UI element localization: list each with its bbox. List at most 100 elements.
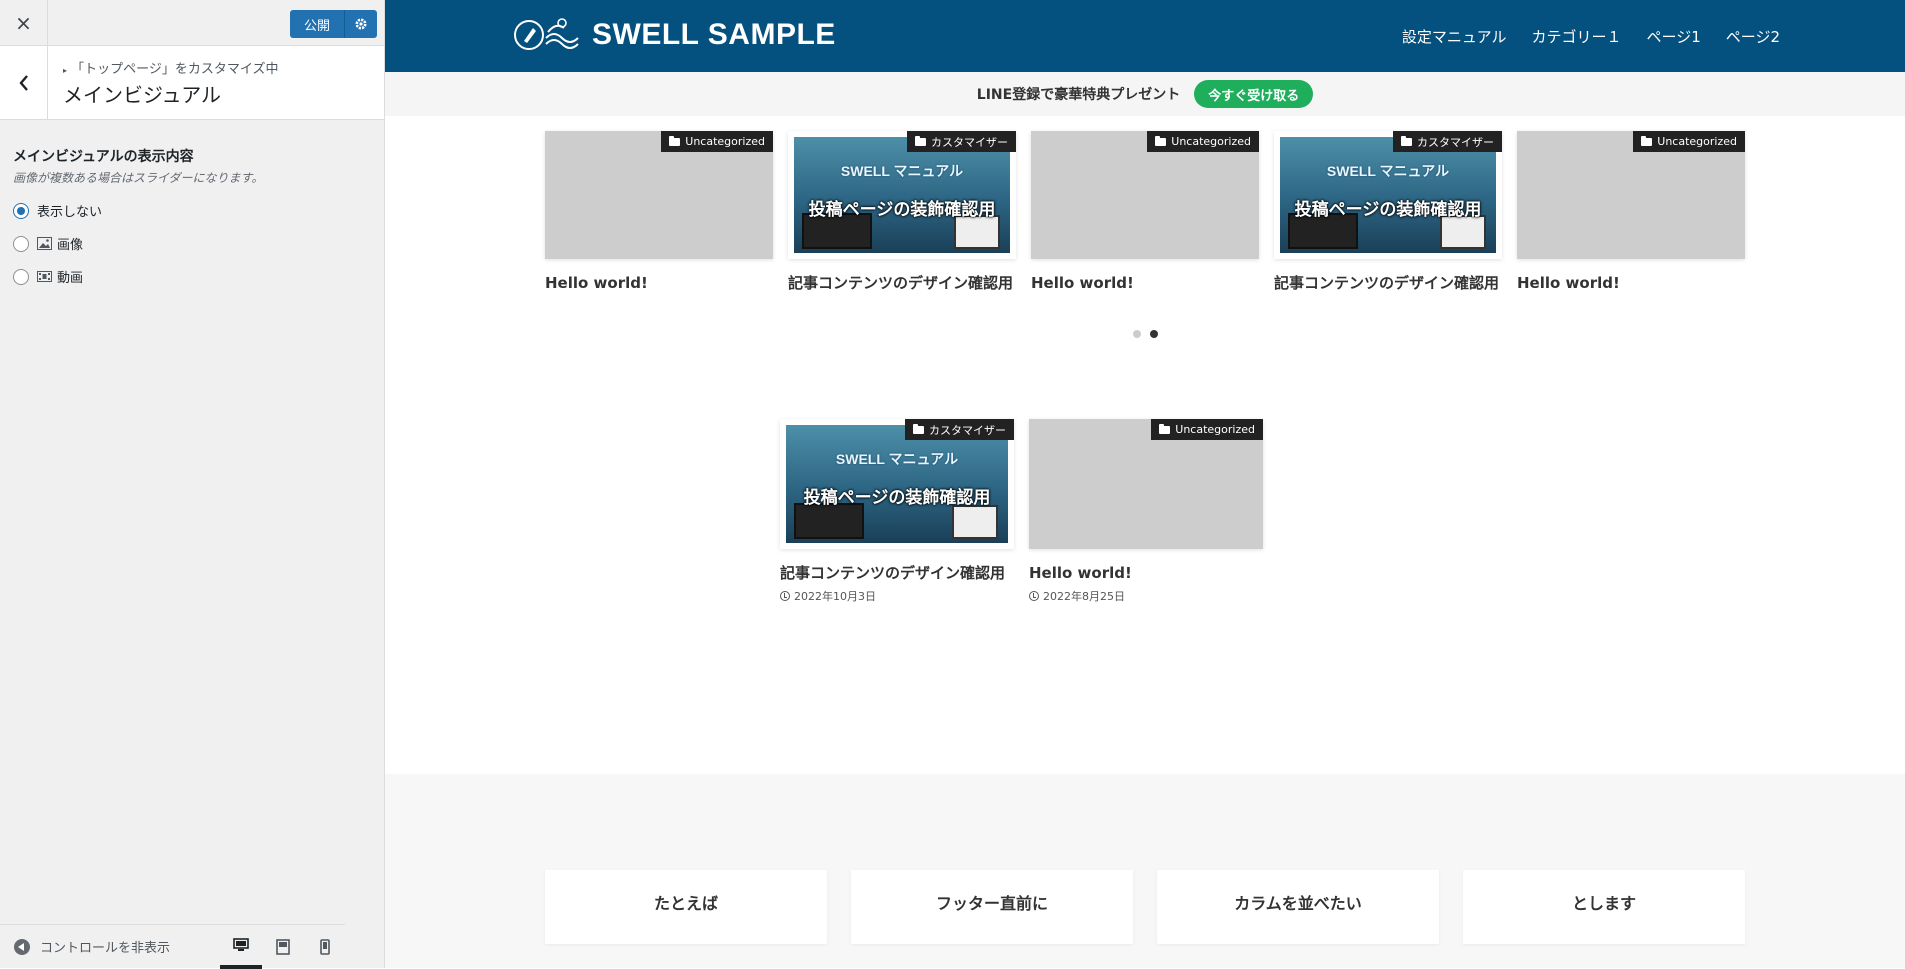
section-header: ▸ 「トップページ」をカスタマイズ中 メインビジュアル xyxy=(0,46,384,120)
category-badge: Uncategorized xyxy=(1151,419,1263,440)
publish-button[interactable]: 公開 xyxy=(290,10,345,38)
post-title[interactable]: 記事コンテンツのデザイン確認用 xyxy=(788,271,1016,295)
image-icon xyxy=(37,237,53,251)
post-list-item[interactable]: Uncategorized Hello world! 2022年8月25日 xyxy=(1029,419,1263,604)
close-customizer-button[interactable]: × xyxy=(0,0,48,46)
thumbnail-top-text: SWELL マニュアル xyxy=(1326,163,1450,179)
folder-icon xyxy=(1641,135,1653,146)
post-title[interactable]: Hello world! xyxy=(1029,561,1263,585)
radio-button[interactable] xyxy=(13,235,29,252)
close-icon: × xyxy=(15,11,32,35)
thumbnail-main-text: 投稿ページの装飾確認用 xyxy=(808,200,996,220)
nav-item-category[interactable]: カテゴリー１ xyxy=(1531,26,1621,47)
folder-icon xyxy=(1401,135,1412,146)
category-label: カスタマイザー xyxy=(931,135,1008,149)
section-title: メインビジュアル xyxy=(63,83,221,107)
post-title[interactable]: Hello world! xyxy=(1517,271,1745,295)
clock-icon xyxy=(780,591,790,601)
category-label: カスタマイザー xyxy=(1417,135,1494,149)
radio-option-none[interactable]: 表示しない xyxy=(13,194,371,227)
footer-widget: カラムを並べたい xyxy=(1157,870,1439,944)
footer-widget: とします xyxy=(1463,870,1745,944)
footer-widget: フッター直前に xyxy=(851,870,1133,944)
notice-text: LINE登録で豪華特典プレゼント xyxy=(976,87,1181,103)
category-label: Uncategorized xyxy=(1171,135,1251,148)
customizer-sidebar: × 公開 ▸ 「トップページ」をカスタマイズ中 メインビジュアル メインビジュア… xyxy=(0,0,385,969)
category-label: カスタマイザー xyxy=(929,423,1006,437)
slider-post-card[interactable]: Uncategorized Hello world! xyxy=(545,131,773,295)
nav-item-page1[interactable]: ページ1 xyxy=(1647,26,1701,47)
category-badge: Uncategorized xyxy=(1147,131,1259,152)
slider-post-card[interactable]: Uncategorized Hello world! xyxy=(1517,131,1745,295)
control-panel: メインビジュアルの表示内容 画像が複数ある場合はスライダーになります。 表示しな… xyxy=(0,120,384,319)
radio-option-video[interactable]: 動画 xyxy=(13,260,371,293)
mobile-preview-button[interactable] xyxy=(304,925,346,969)
category-badge: Uncategorized xyxy=(661,131,773,152)
slider-post-card[interactable]: SWELL マニュアル 投稿ページの装飾確認用 カスタマイザー 記事コンテンツの… xyxy=(1274,131,1502,295)
radio-button[interactable] xyxy=(13,268,29,285)
device-graphic xyxy=(1440,215,1486,249)
publish-group: 公開 xyxy=(290,10,378,38)
hide-controls-button[interactable]: コントロールを非表示 xyxy=(14,937,170,956)
customizer-top-bar: × 公開 xyxy=(0,0,384,46)
site-header: SWELL SAMPLE 設定マニュアル カテゴリー１ ページ1 ページ2 xyxy=(385,0,1905,72)
post-thumbnail[interactable]: Uncategorized xyxy=(1029,419,1263,549)
post-title[interactable]: 記事コンテンツのデザイン確認用 xyxy=(1274,271,1502,295)
category-badge: Uncategorized xyxy=(1633,131,1745,152)
footer-widget: たとえば xyxy=(545,870,827,944)
slider-dot-2[interactable] xyxy=(1150,330,1158,338)
section-breadcrumb: ▸ 「トップページ」をカスタマイズ中 xyxy=(63,58,279,77)
folder-icon xyxy=(669,135,681,146)
video-icon xyxy=(37,270,53,284)
post-thumbnail[interactable]: SWELL マニュアル 投稿ページの装飾確認用 カスタマイザー xyxy=(788,131,1016,259)
tablet-preview-button[interactable] xyxy=(262,925,304,969)
chevron-left-icon xyxy=(18,75,28,91)
back-button[interactable] xyxy=(0,46,48,120)
category-label: Uncategorized xyxy=(1657,135,1737,148)
caret-right-icon: ▸ xyxy=(63,66,68,75)
post-title[interactable]: Hello world! xyxy=(545,271,773,295)
thumbnail-top-text: SWELL マニュアル xyxy=(835,451,959,467)
notice-button[interactable]: 今すぐ受け取る xyxy=(1194,80,1314,108)
publish-settings-button[interactable] xyxy=(344,10,378,38)
logo-text: SWELL SAMPLE xyxy=(592,18,836,51)
slider-post-card[interactable]: SWELL マニュアル 投稿ページの装飾確認用 カスタマイザー 記事コンテンツの… xyxy=(788,131,1016,295)
radio-label: 動画 xyxy=(57,271,84,286)
breadcrumb-text: 「トップページ」をカスタマイズ中 xyxy=(71,62,279,77)
date-text: 2022年10月3日 xyxy=(794,590,876,603)
nav-item-manual[interactable]: 設定マニュアル xyxy=(1402,26,1507,47)
desktop-preview-button[interactable] xyxy=(220,925,262,969)
post-date: 2022年10月3日 xyxy=(780,588,1014,604)
monitor-graphic xyxy=(794,503,864,539)
slider-post-card[interactable]: Uncategorized Hello world! xyxy=(1031,131,1259,295)
post-date: 2022年8月25日 xyxy=(1029,588,1263,604)
post-thumbnail[interactable]: SWELL マニュアル 投稿ページの装飾確認用 カスタマイザー xyxy=(1274,131,1502,259)
control-title: メインビジュアルの表示内容 xyxy=(13,149,194,165)
site-logo[interactable]: SWELL SAMPLE xyxy=(514,14,836,56)
post-thumbnail[interactable]: SWELL マニュアル 投稿ページの装飾確認用 カスタマイザー xyxy=(780,419,1014,549)
collapse-icon xyxy=(14,938,30,955)
post-thumbnail[interactable]: Uncategorized xyxy=(1031,131,1259,259)
manual-thumbnail-image: SWELL マニュアル 投稿ページの装飾確認用 xyxy=(794,137,1010,253)
post-title[interactable]: 記事コンテンツのデザイン確認用 xyxy=(780,561,1014,585)
radio-option-image[interactable]: 画像 xyxy=(13,227,371,260)
post-thumbnail[interactable]: Uncategorized xyxy=(545,131,773,259)
post-list-item[interactable]: SWELL マニュアル 投稿ページの装飾確認用 カスタマイザー 記事コンテンツの… xyxy=(780,419,1014,604)
category-badge: カスタマイザー xyxy=(905,419,1014,440)
notice-bar: LINE登録で豪華特典プレゼント 今すぐ受け取る xyxy=(385,72,1905,116)
nav-item-page2[interactable]: ページ2 xyxy=(1726,26,1780,47)
radio-label: 画像 xyxy=(57,238,84,253)
manual-thumbnail-image: SWELL マニュアル 投稿ページの装飾確認用 xyxy=(1280,137,1496,253)
thumbnail-top-text: SWELL マニュアル xyxy=(840,163,964,179)
radio-button[interactable] xyxy=(13,202,29,219)
post-thumbnail[interactable]: Uncategorized xyxy=(1517,131,1745,259)
customizer-footer: コントロールを非表示 xyxy=(0,924,346,969)
radio-label: 表示しない xyxy=(37,205,103,220)
thumbnail-main-text: 投稿ページの装飾確認用 xyxy=(1294,200,1482,220)
device-graphic xyxy=(952,505,998,539)
slider-dot-1[interactable] xyxy=(1133,330,1141,338)
category-label: Uncategorized xyxy=(1175,423,1255,436)
control-description: 画像が複数ある場合はスライダーになります。 xyxy=(13,171,264,185)
post-title[interactable]: Hello world! xyxy=(1031,271,1259,295)
folder-icon xyxy=(1159,423,1171,434)
